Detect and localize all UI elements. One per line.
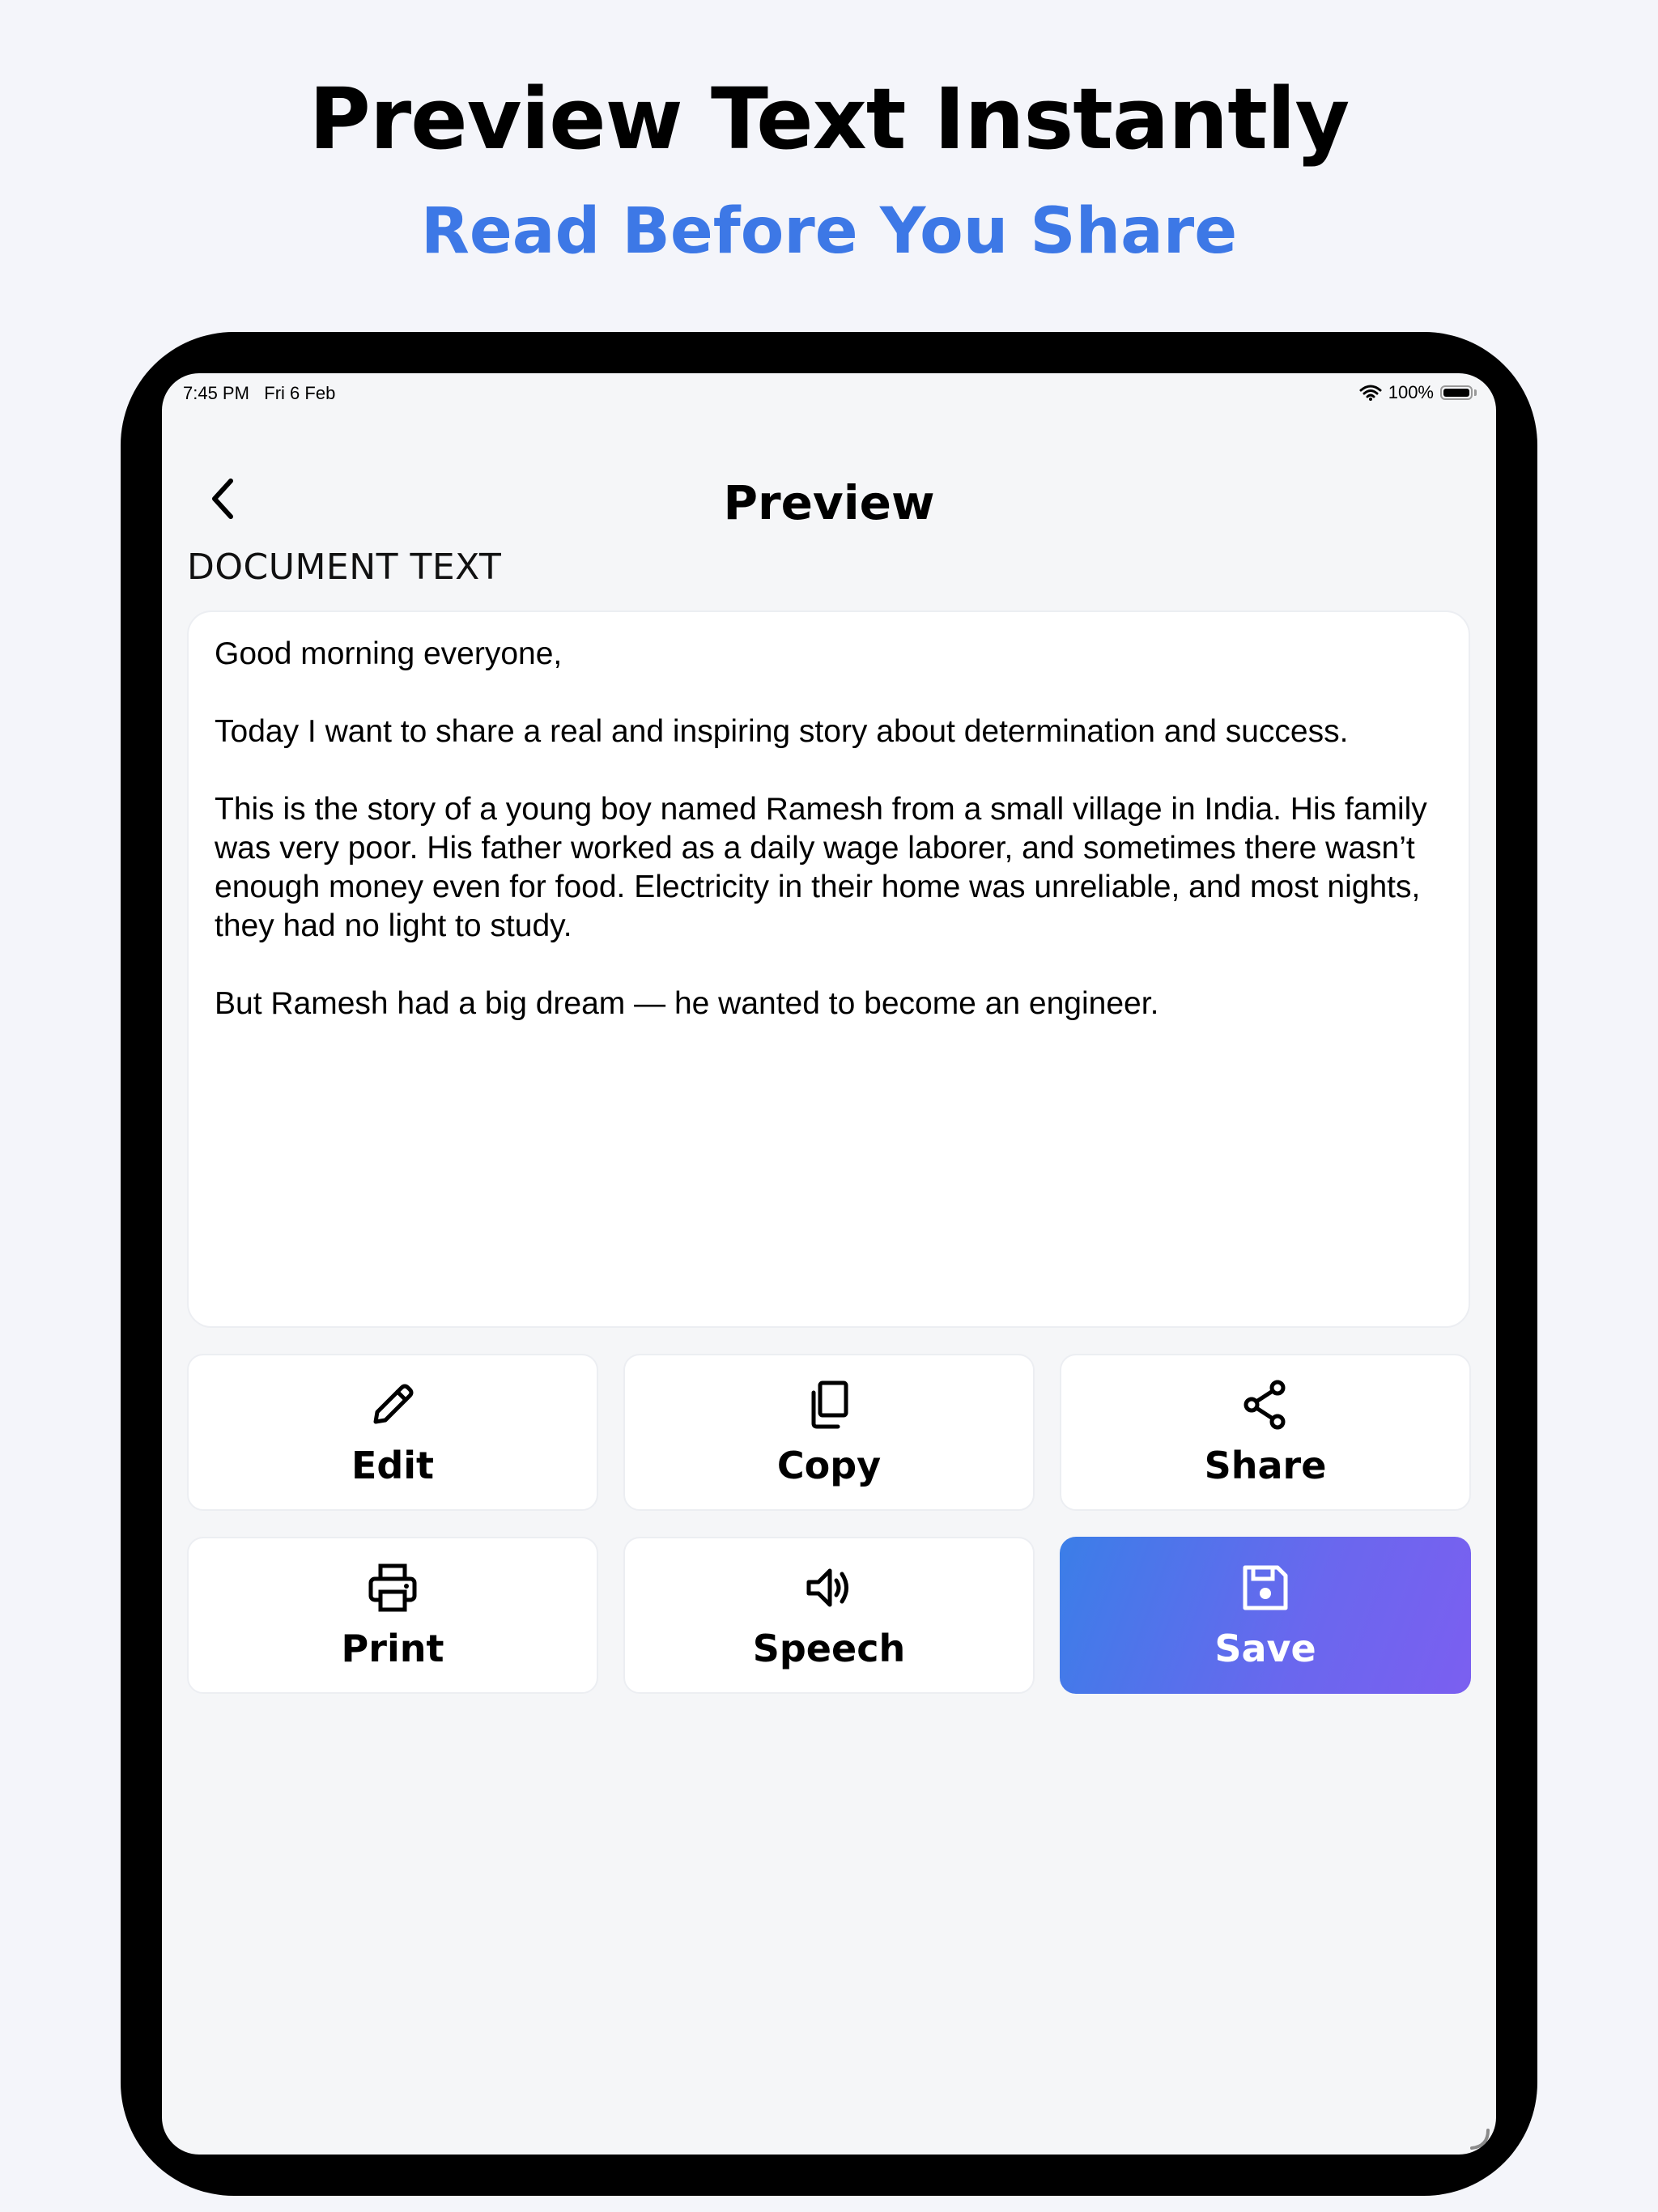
status-time: 7:45 PM Fri 6 Feb — [183, 383, 335, 404]
printer-icon — [368, 1563, 417, 1612]
document-paragraph: This is the story of a young boy named R… — [215, 792, 1427, 943]
copy-icon — [811, 1380, 848, 1429]
section-label: DOCUMENT TEXT — [187, 547, 502, 588]
marketing-headline: Preview Text Instantly — [308, 70, 1350, 168]
edit-button[interactable]: Edit — [187, 1354, 598, 1511]
document-paragraph: But Ramesh had a big dream — he wanted t… — [215, 986, 1159, 1021]
status-clock: 7:45 PM — [183, 383, 249, 403]
share-button[interactable]: Share — [1060, 1354, 1471, 1511]
document-paragraph: Good morning everyone, — [215, 636, 563, 671]
wifi-icon — [1359, 385, 1382, 401]
battery-tip — [1474, 389, 1477, 396]
edit-label: Edit — [351, 1444, 435, 1487]
status-indicators: 100% — [1359, 381, 1477, 404]
share-label: Share — [1204, 1444, 1327, 1487]
battery-icon — [1440, 385, 1473, 400]
speech-button[interactable]: Speech — [623, 1537, 1035, 1694]
speaker-icon — [806, 1568, 848, 1607]
document-paragraph: Today I want to share a real and inspiri… — [215, 714, 1349, 749]
action-buttons: Edit Copy Share Print Speech Save — [187, 1354, 1471, 1694]
page-title: Preview — [723, 475, 935, 530]
battery-fill — [1443, 389, 1469, 397]
status-bar: 7:45 PM Fri 6 Feb 100% — [162, 373, 1496, 414]
status-date: Fri 6 Feb — [264, 383, 336, 403]
save-label: Save — [1214, 1627, 1316, 1670]
marketing-subheadline: Read Before You Share — [420, 195, 1238, 268]
pencil-icon — [373, 1384, 414, 1424]
corner-indicator-icon — [1470, 2129, 1490, 2150]
document-text-area[interactable]: Good morning everyone, Today I want to s… — [187, 610, 1470, 1328]
tablet-frame: 7:45 PM Fri 6 Feb 100% Preview DOCUMENT … — [121, 332, 1537, 2196]
copy-button[interactable]: Copy — [623, 1354, 1035, 1511]
battery-percent: 100% — [1388, 382, 1434, 402]
floppy-disk-icon — [1243, 1565, 1288, 1610]
print-button[interactable]: Print — [187, 1537, 598, 1694]
app-screen: 7:45 PM Fri 6 Feb 100% Preview DOCUMENT … — [162, 373, 1496, 2155]
copy-label: Copy — [776, 1444, 882, 1487]
print-label: Print — [341, 1627, 444, 1670]
save-button[interactable]: Save — [1060, 1537, 1471, 1694]
navigation-bar: Preview — [162, 454, 1496, 543]
share-icon — [1244, 1380, 1286, 1430]
speech-label: Speech — [752, 1627, 906, 1670]
